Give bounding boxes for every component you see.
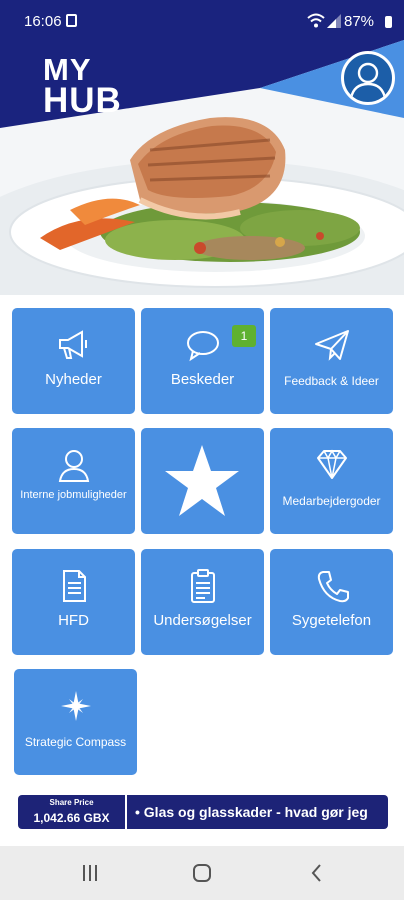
- megaphone-icon: [58, 330, 87, 359]
- document-icon: [62, 570, 86, 602]
- tile-label: HFD: [58, 612, 89, 629]
- clipboard-icon: [190, 569, 215, 603]
- status-time: 16:06: [24, 13, 62, 30]
- user-avatar-icon: [349, 62, 387, 99]
- back-icon[interactable]: [307, 862, 327, 884]
- tile-interne-jobmuligheder[interactable]: Interne jobmuligheder: [12, 428, 135, 534]
- tile-sygetelefon[interactable]: Sygetelefon: [270, 549, 393, 655]
- tile-label: Feedback & Ideer: [284, 374, 379, 388]
- logo-line-hub: HUB: [43, 81, 122, 120]
- share-price-value: 1,042.66 GBX: [33, 811, 110, 825]
- ticker-headline[interactable]: • Glas og glasskader - hvad gør jeg: [135, 804, 368, 820]
- tile-undersogelser[interactable]: Undersøgelser: [141, 549, 264, 655]
- profile-avatar-button[interactable]: [341, 51, 395, 105]
- app-logo: MY HUB: [43, 54, 122, 120]
- notification-icon: [66, 14, 77, 27]
- tile-label: Interne jobmuligheder: [20, 489, 127, 501]
- share-price-label: Share Price: [49, 798, 94, 807]
- battery-icon: [385, 16, 392, 28]
- tile-hfd[interactable]: HFD: [12, 549, 135, 655]
- tile-feedback-ideer[interactable]: Feedback & Ideer: [270, 308, 393, 414]
- tile-label: Medarbejdergoder: [282, 494, 381, 508]
- tile-label: Nyheder: [45, 371, 102, 388]
- star-icon: [165, 445, 239, 516]
- tile-medarbejdergoder[interactable]: Medarbejdergoder: [270, 428, 393, 534]
- recent-apps-icon[interactable]: [80, 862, 100, 884]
- share-price-box: Share Price 1,042.66 GBX: [18, 795, 127, 829]
- phone-icon: [317, 571, 349, 603]
- chat-bubble-icon: [186, 331, 219, 362]
- tile-label: Beskeder: [170, 371, 235, 388]
- tile-favorites[interactable]: [141, 428, 264, 534]
- person-icon: [58, 450, 89, 482]
- tile-label: Strategic Compass: [24, 735, 127, 749]
- news-ticker[interactable]: Share Price 1,042.66 GBX • Glas og glass…: [18, 795, 388, 829]
- wifi-icon: [307, 13, 325, 28]
- paper-plane-icon: [314, 330, 349, 361]
- battery-percentage: 87%: [344, 13, 375, 30]
- tile-label: Undersøgelser: [153, 612, 252, 629]
- tile-nyheder[interactable]: Nyheder: [12, 308, 135, 414]
- status-bar: 16:06 87%: [0, 0, 404, 44]
- compass-star-icon: [60, 691, 91, 721]
- signal-icon: [327, 14, 341, 28]
- tile-strategic-compass[interactable]: Strategic Compass: [14, 669, 137, 775]
- system-nav-bar: [0, 846, 404, 900]
- tile-beskeder[interactable]: 1 Beskeder: [141, 308, 264, 414]
- home-icon[interactable]: [192, 862, 212, 884]
- tile-label: Sygetelefon: [291, 612, 372, 629]
- header-banner: MY HUB: [0, 0, 404, 295]
- header-shape: [0, 0, 404, 128]
- diamond-icon: [316, 449, 347, 479]
